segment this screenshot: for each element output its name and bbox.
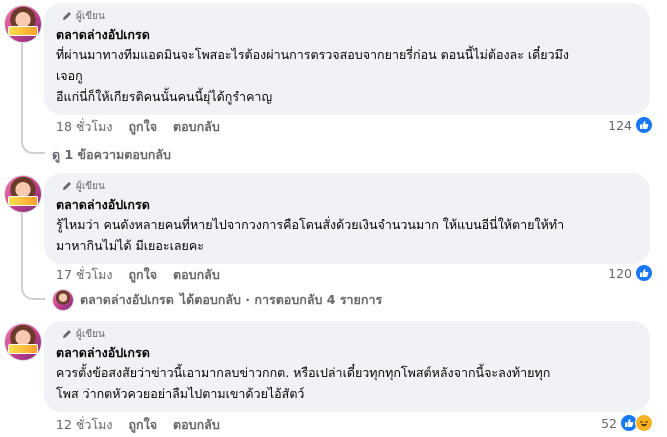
reaction-count: 120 <box>608 265 632 281</box>
comment-actions: 12 ชั่วโมง ถูกใจ ตอบกลับ <box>56 415 220 435</box>
comment-bubble: ผู้เขียน ตลาดล่างอัปเกรด รู้ไหมว่า คนดัง… <box>44 173 650 264</box>
badge-label: ผู้เขียน <box>76 328 105 340</box>
thread-curve <box>21 284 45 300</box>
timestamp[interactable]: 18 ชั่วโมง <box>56 117 112 137</box>
reply-summary[interactable]: ตลาดล่างอัปเกรด ได้ตอบกลับ · การตอบกลับ … <box>52 289 382 311</box>
author-badge: ผู้เขียน <box>62 327 638 341</box>
reaction-count: 52 <box>601 415 617 431</box>
comment-text: ที่ผ่านมาทางทีมแอดมินจะโพสอะไรต้องผ่านกา… <box>56 44 638 107</box>
reply-button[interactable]: ตอบกลับ <box>173 415 220 435</box>
badge-label: ผู้เขียน <box>76 180 105 192</box>
reactions[interactable]: 120 <box>608 264 653 282</box>
reply-summary-text: ได้ตอบกลับ · การตอบกลับ 4 รายการ <box>179 292 383 307</box>
pencil-icon <box>63 12 71 20</box>
comment-bubble: ผู้เขียน ตลาดล่างอัปเกรด ที่ผ่านมาทางทีม… <box>44 3 650 115</box>
badge-label: ผู้เขียน <box>76 10 105 22</box>
like-thumb-icon <box>635 116 653 134</box>
timestamp[interactable]: 12 ชั่วโมง <box>56 415 112 435</box>
comment-actions: 18 ชั่วโมง ถูกใจ ตอบกลับ <box>56 117 220 137</box>
reply-avatar <box>52 289 74 311</box>
view-replies-link[interactable]: ดู 1 ข้อความตอบกลับ <box>52 145 171 165</box>
avatar[interactable] <box>4 323 42 361</box>
reply-button[interactable]: ตอบกลับ <box>173 265 220 285</box>
avatar[interactable] <box>4 5 42 43</box>
comment-line: เจอกู <box>56 68 83 83</box>
comment-author[interactable]: ตลาดล่างอัปเกรด <box>56 26 638 43</box>
comment-line: โพส ว่ากตหัวควยอย่าลืมไปตามเขาด้วยไอ้สัต… <box>56 386 305 401</box>
pencil-icon <box>63 330 71 338</box>
timestamp[interactable]: 17 ชั่วโมง <box>56 265 112 285</box>
reply-summary-name: ตลาดล่างอัปเกรด <box>80 292 174 307</box>
like-thumb-icon <box>635 264 653 282</box>
like-button[interactable]: ถูกใจ <box>128 265 157 285</box>
comment-bubble: ผู้เขียน ตลาดล่างอัปเกรด ควรตั้งข้อสงสัย… <box>44 321 650 412</box>
comment-actions: 17 ชั่วโมง ถูกใจ ตอบกลับ <box>56 265 220 285</box>
comment-line: มาหากินไม่ได้ มีเยอะเลยคะ <box>56 238 204 253</box>
comment-author[interactable]: ตลาดล่างอัปเกรด <box>56 196 638 213</box>
comment-line: ควรตั้งข้อสงสัยว่าข่าวนี้เอามากลบข่าวกกต… <box>56 365 551 380</box>
like-button[interactable]: ถูกใจ <box>128 117 157 137</box>
comment-line: รู้ไหมว่า คนดังหลายคนที่หายไปจากวงการคือ… <box>56 217 565 232</box>
avatar[interactable] <box>4 175 42 213</box>
thread-line <box>21 42 23 138</box>
comment-text: ควรตั้งข้อสงสัยว่าข่าวนี้เอามากลบข่าวกกต… <box>56 362 638 404</box>
thread-line <box>21 212 23 284</box>
reply-button[interactable]: ตอบกลับ <box>173 117 220 137</box>
author-badge: ผู้เขียน <box>62 179 638 193</box>
comment-line: ที่ผ่านมาทางทีมแอดมินจะโพสอะไรต้องผ่านกา… <box>56 47 569 62</box>
comment-text: รู้ไหมว่า คนดังหลายคนที่หายไปจากวงการคือ… <box>56 214 638 256</box>
thread-curve <box>21 138 45 154</box>
reaction-count: 124 <box>608 117 632 133</box>
author-badge: ผู้เขียน <box>62 9 638 23</box>
haha-face-icon <box>635 414 653 432</box>
comment-author[interactable]: ตลาดล่างอัปเกรด <box>56 344 638 361</box>
reactions[interactable]: 124 <box>608 116 653 134</box>
reactions[interactable]: 52 <box>601 414 653 432</box>
comment-line: อีแก่นี่ก็ให้เกียรติคนนั้นคนนี้ยุ่ได้กูร… <box>56 89 273 104</box>
pencil-icon <box>63 182 71 190</box>
like-button[interactable]: ถูกใจ <box>128 415 157 435</box>
